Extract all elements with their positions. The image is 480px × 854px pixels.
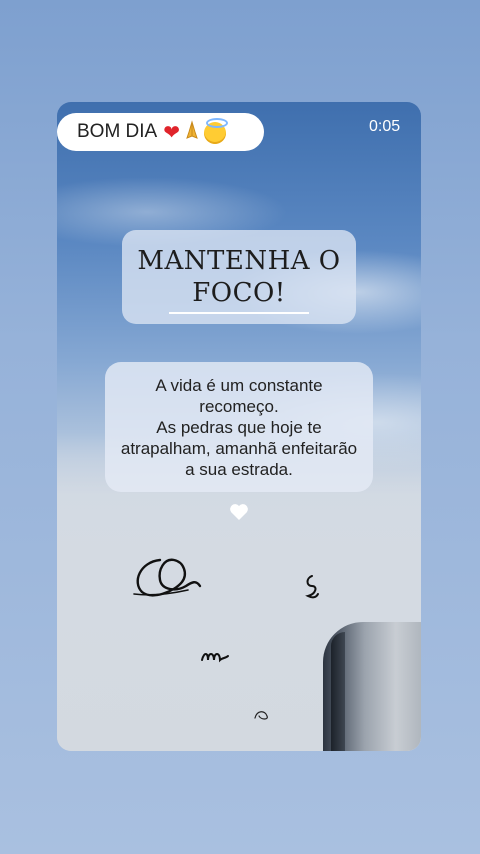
praying-hands-emoji [182,119,202,145]
handwritten-m [201,653,229,663]
chip-label: BOM DIA [77,121,158,142]
quote-card: A vida é um constante recomeço. As pedra… [105,362,373,492]
quote-text: A vida é um constante recomeço. As pedra… [120,375,358,479]
title-underline [169,312,309,314]
airplane-engine [323,622,421,751]
bom-dia-chip: BOM DIA ❤ [57,113,264,151]
title-text: MANTENHA O FOCO! [137,246,341,308]
heart-icon[interactable] [229,503,249,521]
red-heart-emoji: ❤ [163,121,180,144]
handwritten-scribble [133,558,202,597]
timer: 0:05 [369,118,401,135]
handwritten-mark [305,575,319,599]
handwritten-squiggle [254,711,268,720]
title-card: MANTENHA O FOCO! [122,230,356,324]
chip-emojis: ❤ [163,118,228,145]
smiling-face-with-halo-emoji [204,118,228,144]
